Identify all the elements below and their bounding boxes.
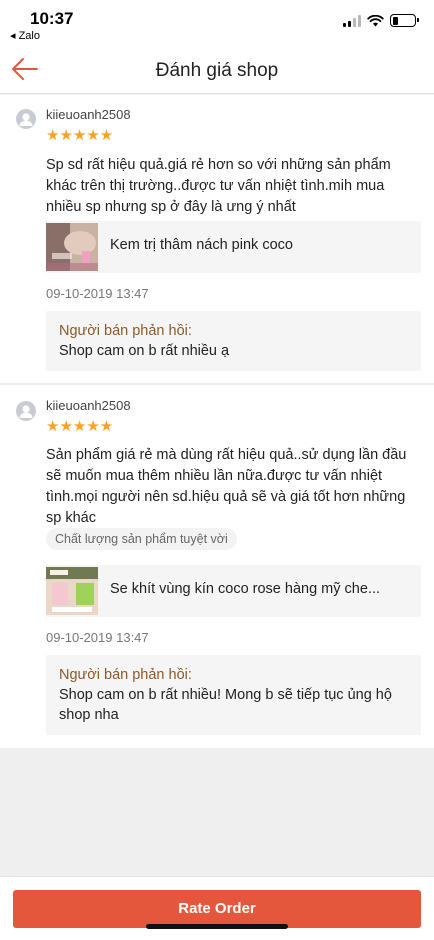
- battery-level: [392, 16, 398, 25]
- avatar: [16, 401, 36, 421]
- status-bar: 10:37 ◂ Zalo: [0, 0, 434, 44]
- seller-reply-label: Người bán phản hồi:: [59, 323, 192, 339]
- avatar: [16, 109, 36, 129]
- product-link[interactable]: Se khít vùng kín coco rose hàng mỹ che..…: [46, 565, 421, 617]
- product-thumbnail: [46, 567, 98, 615]
- back-to-app-link[interactable]: ◂ Zalo: [10, 29, 40, 42]
- review-username: kiieuoanh2508: [46, 107, 131, 122]
- nav-header: Đánh giá shop: [0, 44, 434, 94]
- rating-stars: ★★★★★: [46, 418, 114, 435]
- seller-reply-text: Shop cam on b rất nhiều! Mong b sẽ tiếp …: [59, 687, 392, 723]
- review-text: Sản phẩm giá rẻ mà dùng rất hiệu quả..sử…: [46, 447, 407, 526]
- page-title: Đánh giá shop: [155, 60, 279, 81]
- battery-icon: [390, 14, 419, 27]
- review-date: 09-10-2019 13:47: [46, 286, 149, 301]
- product-thumbnail: [46, 223, 98, 271]
- status-icons: [343, 14, 419, 27]
- review-card: kiieuoanh2508 ★★★★★ Sản phẩm giá rẻ mà d…: [0, 385, 434, 748]
- review-card: kiieuoanh2508 ★★★★★ Sp sd rất hiệu quả.g…: [0, 95, 434, 383]
- bottom-action-bar: Rate Order: [0, 876, 434, 940]
- review-date: 09-10-2019 13:47: [46, 630, 149, 645]
- product-name: Se khít vùng kín coco rose hàng mỹ che..…: [110, 581, 381, 597]
- cellular-signal-icon: [343, 14, 361, 27]
- product-link[interactable]: Kem trị thâm nách pink coco: [46, 221, 421, 273]
- review-list: kiieuoanh2508 ★★★★★ Sp sd rất hiệu quả.g…: [0, 95, 434, 748]
- rating-stars: ★★★★★: [46, 127, 114, 144]
- product-name: Kem trị thâm nách pink coco: [110, 237, 293, 253]
- wifi-icon: [367, 14, 384, 26]
- review-text: Sp sd rất hiệu quả.giá rẻ hơn so với nhữ…: [46, 157, 391, 215]
- seller-reply: Người bán phản hồi: Shop cam on b rất nh…: [46, 655, 421, 735]
- rate-order-button[interactable]: Rate Order: [13, 890, 421, 928]
- review-tag: Chất lượng sản phẩm tuyệt vời: [46, 528, 237, 550]
- status-time: 10:37: [30, 9, 74, 28]
- seller-reply-text: Shop cam on b rất nhiều ạ: [59, 343, 230, 359]
- seller-reply: Người bán phản hồi: Shop cam on b rất nh…: [46, 311, 421, 371]
- seller-reply-label: Người bán phản hồi:: [59, 667, 192, 683]
- home-indicator: [146, 924, 288, 929]
- review-username: kiieuoanh2508: [46, 398, 131, 413]
